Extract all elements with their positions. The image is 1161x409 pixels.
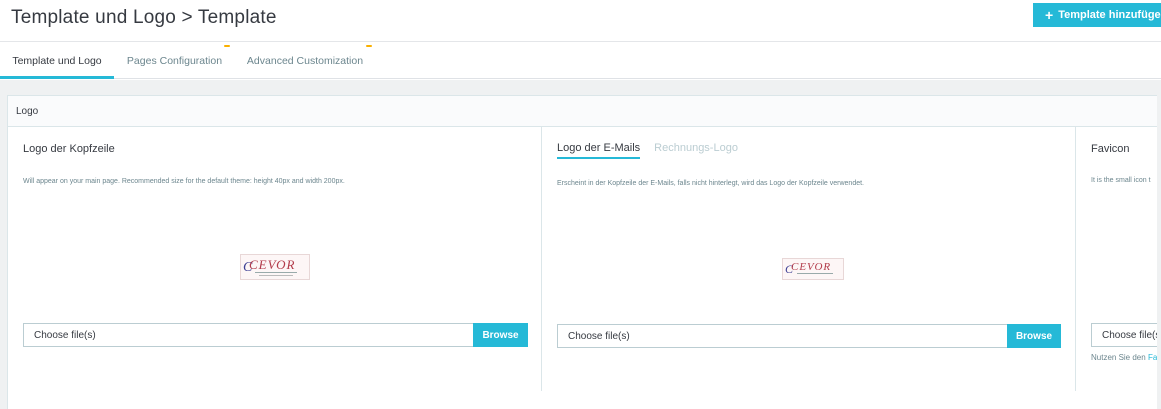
favicon-hint-text: Nutzen Sie den — [1091, 353, 1146, 362]
email-logo-file-input[interactable]: Choose file(s) — [557, 324, 1007, 348]
panel-title: Logo — [16, 105, 39, 117]
email-logo-browse-button[interactable]: Browse — [1007, 324, 1061, 348]
header-logo-browse-button[interactable]: Browse — [473, 323, 528, 347]
logo-text: CEVOR — [249, 257, 296, 272]
tab-label: Advanced Customization — [246, 54, 364, 67]
logo-panel: Logo Logo der Kopfzeile Will appear on y… — [7, 95, 1161, 409]
favicon-file-input[interactable]: Choose file(s) — [1091, 323, 1161, 347]
page-header: Template und Logo > Template + Template … — [0, 0, 1161, 42]
tab-label: Pages Configuration — [126, 54, 223, 67]
email-logo-section: Logo der E-Mails Rechnungs-Logo Erschein… — [542, 127, 1076, 391]
header-logo-image: C CEVOR — [240, 254, 310, 280]
logo-text: CEVOR — [791, 261, 832, 273]
add-template-label: Template hinzufügen — [1058, 9, 1161, 21]
tab-pages-configuration[interactable]: Pages Configuration — [114, 42, 235, 79]
favicon-title: Favicon — [1091, 143, 1130, 155]
header-logo-file-input[interactable]: Choose file(s) — [23, 323, 474, 347]
email-logo-image: C CEVOR — [782, 258, 844, 280]
favicon-help: It is the small icon t — [1091, 177, 1151, 184]
scrollbar[interactable] — [1157, 80, 1161, 409]
tab-template-und-logo[interactable]: Template und Logo — [0, 42, 114, 79]
favicon-hint: Nutzen Sie den Fa — [1091, 353, 1157, 362]
add-template-button[interactable]: + Template hinzufügen — [1033, 3, 1161, 27]
header-logo-title: Logo der Kopfzeile — [23, 143, 115, 155]
plus-icon: + — [1045, 7, 1054, 23]
favicon-section: Favicon It is the small icon t Choose fi… — [1076, 127, 1161, 391]
favicon-hint-link[interactable]: Fa — [1148, 353, 1157, 362]
new-indicator-icon — [224, 45, 230, 47]
panel-heading: Logo — [8, 96, 1161, 127]
tab-label: Template und Logo — [12, 54, 102, 67]
tab-invoice-logo[interactable]: Rechnungs-Logo — [654, 142, 738, 159]
tab-bar: Template und Logo Pages Configuration Ad… — [0, 42, 1161, 79]
email-logo-tabs: Logo der E-Mails Rechnungs-Logo — [557, 142, 738, 159]
header-logo-section: Logo der Kopfzeile Will appear on your m… — [8, 127, 542, 391]
tab-email-logo[interactable]: Logo der E-Mails — [557, 142, 641, 159]
email-logo-help: Erscheint in der Kopfzeile der E-Mails, … — [557, 180, 864, 187]
new-indicator-icon — [366, 45, 372, 47]
main-content: Logo Logo der Kopfzeile Will appear on y… — [0, 80, 1161, 409]
page-title: Template und Logo > Template — [11, 7, 277, 28]
tab-advanced-customization[interactable]: Advanced Customization — [235, 42, 375, 79]
header-logo-help: Will appear on your main page. Recommend… — [23, 178, 345, 185]
